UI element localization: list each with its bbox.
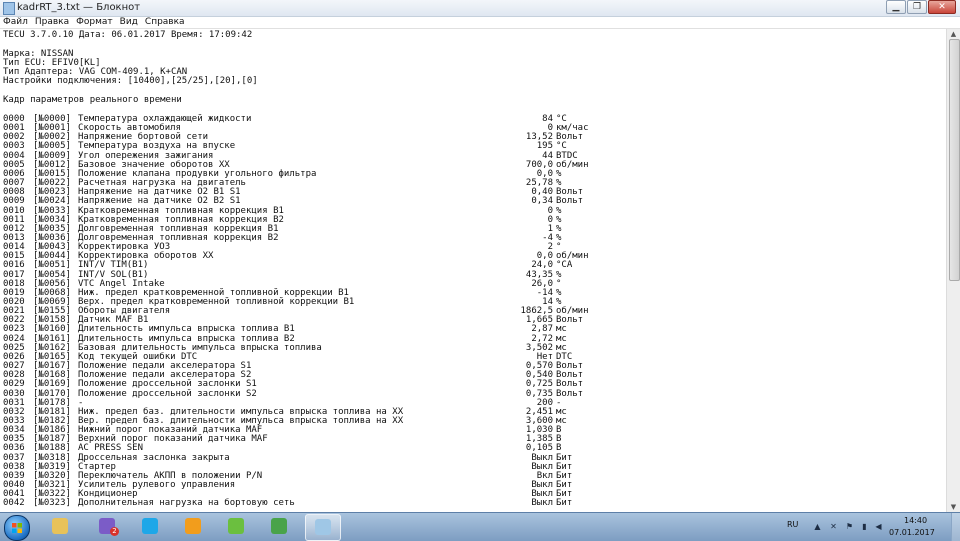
menu-bar: Файл Правка Формат Вид Справка <box>0 17 960 29</box>
taskbar: 2 RU ▲ ✕ ⚑ ▮ ◀ 14:40 07.01.2017 <box>0 512 960 541</box>
network-icon[interactable]: ✕ <box>829 522 838 531</box>
windows-logo-icon <box>12 523 22 533</box>
title-bar[interactable]: kadrRT_3.txt — Блокнот ▁ ❐ ✕ <box>0 0 960 17</box>
flag-icon[interactable]: ⚑ <box>845 522 854 531</box>
settings-line: Настройки подключения: [10400],[25/25],[… <box>3 76 258 86</box>
row-unit: Бит <box>556 498 573 509</box>
start-button[interactable] <box>4 515 30 541</box>
notification-badge: 2 <box>110 527 119 536</box>
taskbar-app-button[interactable] <box>305 514 341 541</box>
vertical-scrollbar[interactable]: ▲ ▼ <box>946 29 960 512</box>
text-area[interactable]: TECU 3.7.0.10 Дата: 06.01.2017 Время: 17… <box>0 29 946 512</box>
clock-date[interactable]: 07.01.2017 <box>889 528 935 537</box>
scroll-up-icon[interactable]: ▲ <box>948 29 959 39</box>
menu-file[interactable]: Файл <box>0 17 32 28</box>
taskbar-app-button[interactable] <box>176 514 210 539</box>
explorer-icon <box>52 518 68 534</box>
taskbar-app-button[interactable] <box>133 514 167 539</box>
notepad-window: kadrRT_3.txt — Блокнот ▁ ❐ ✕ Файл Правка… <box>0 0 960 512</box>
activity-icon <box>271 518 287 534</box>
battery-icon[interactable]: ▮ <box>860 522 869 531</box>
scroll-down-icon[interactable]: ▼ <box>948 502 959 512</box>
parameter-row: 0042 [№0323] Дополнительная нагрузка на бо… <box>3 498 943 508</box>
row-code: [№0323] <box>33 498 71 509</box>
taskbar-app-button[interactable] <box>219 514 253 539</box>
taskbar-app-button[interactable]: 2 <box>90 514 124 539</box>
notepad-icon <box>315 519 331 535</box>
menu-help[interactable]: Справка <box>142 17 189 28</box>
clock-time[interactable]: 14:40 <box>904 516 927 525</box>
sleipnir-icon <box>228 518 244 534</box>
row-value: Выкл <box>531 498 553 509</box>
minimize-button[interactable]: ▁ <box>886 0 906 14</box>
row-name: Дополнительная нагрузка на бортовую сеть <box>78 498 295 509</box>
avast-icon <box>185 518 201 534</box>
skype-icon <box>142 518 158 534</box>
taskbar-app-button[interactable] <box>262 514 296 539</box>
close-button[interactable]: ✕ <box>928 0 956 14</box>
taskbar-app-button[interactable] <box>43 514 77 539</box>
menu-view[interactable]: Вид <box>117 17 142 28</box>
row-index: 0042 <box>3 498 25 509</box>
language-indicator[interactable]: RU <box>787 520 798 529</box>
notepad-app-icon <box>3 2 15 15</box>
header-line: TECU 3.7.0.10 Дата: 06.01.2017 Время: 17… <box>3 30 253 40</box>
system-tray: RU ▲ ✕ ⚑ ▮ ◀ 14:40 07.01.2017 <box>785 513 960 541</box>
tray-expand-icon[interactable]: ▲ <box>813 522 822 531</box>
scroll-thumb[interactable] <box>949 39 960 281</box>
window-controls: ▁ ❐ ✕ <box>885 0 956 14</box>
volume-icon[interactable]: ◀ <box>874 522 883 531</box>
frame-title-line: Кадр параметров реального времени <box>3 95 182 105</box>
maximize-button[interactable]: ❐ <box>907 0 927 14</box>
menu-edit[interactable]: Правка <box>32 17 73 28</box>
menu-format[interactable]: Формат <box>73 17 117 28</box>
window-title: kadrRT_3.txt — Блокнот <box>17 2 141 13</box>
show-desktop-button[interactable] <box>951 513 960 541</box>
